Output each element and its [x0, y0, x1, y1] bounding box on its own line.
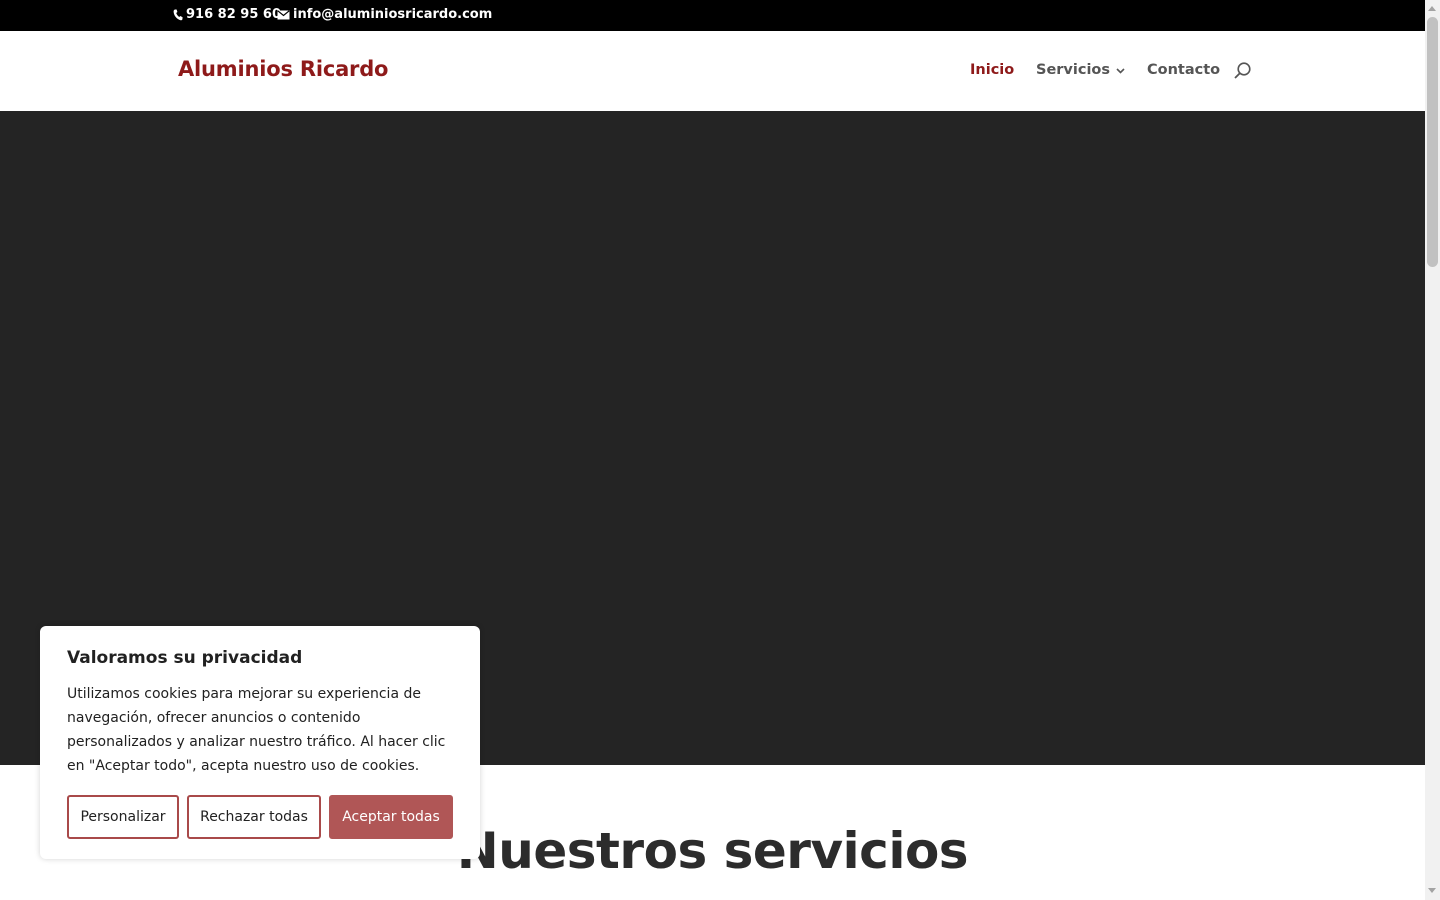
cookie-description: Utilizamos cookies para mejorar su exper…	[67, 686, 446, 774]
phone-icon	[173, 9, 183, 21]
site-header: Aluminios Ricardo Inicio Servicios Conta…	[0, 31, 1425, 111]
accept-all-button[interactable]: Aceptar todas	[329, 795, 453, 839]
cookie-consent-banner: Valoramos su privacidad Utilizamos cooki…	[40, 626, 480, 859]
email-address: info@aluminiosricardo.com	[293, 7, 493, 22]
topbar-email[interactable]: info@aluminiosricardo.com	[277, 7, 492, 22]
scrollbar-thumb[interactable]	[1427, 17, 1438, 267]
phone-number: 916 82 95 60	[186, 7, 281, 22]
nav-item-servicios[interactable]: Servicios	[1036, 62, 1125, 78]
search-icon[interactable]	[1233, 61, 1253, 85]
chevron-down-icon	[1116, 62, 1125, 78]
customize-button[interactable]: Personalizar	[67, 795, 179, 839]
nav-item-label: Inicio	[970, 62, 1015, 78]
top-bar: 916 82 95 60 info@aluminiosricardo.com	[0, 0, 1425, 31]
nav-item-label: Contacto	[1147, 62, 1221, 78]
reject-all-button[interactable]: Rechazar todas	[187, 795, 321, 839]
nav-item-label: Servicios	[1036, 62, 1111, 78]
page-scrollbar[interactable]	[1425, 0, 1440, 900]
scroll-down-arrow-icon[interactable]	[1428, 888, 1436, 893]
scroll-up-arrow-icon[interactable]	[1428, 6, 1436, 11]
nav-item-contacto[interactable]: Contacto	[1147, 62, 1220, 78]
site-logo[interactable]: Aluminios Ricardo	[178, 57, 388, 81]
topbar-phone[interactable]: 916 82 95 60	[173, 7, 281, 22]
nav-item-inicio[interactable]: Inicio	[970, 62, 1014, 78]
envelope-icon	[277, 9, 290, 20]
cookie-title: Valoramos su privacidad	[67, 648, 303, 668]
